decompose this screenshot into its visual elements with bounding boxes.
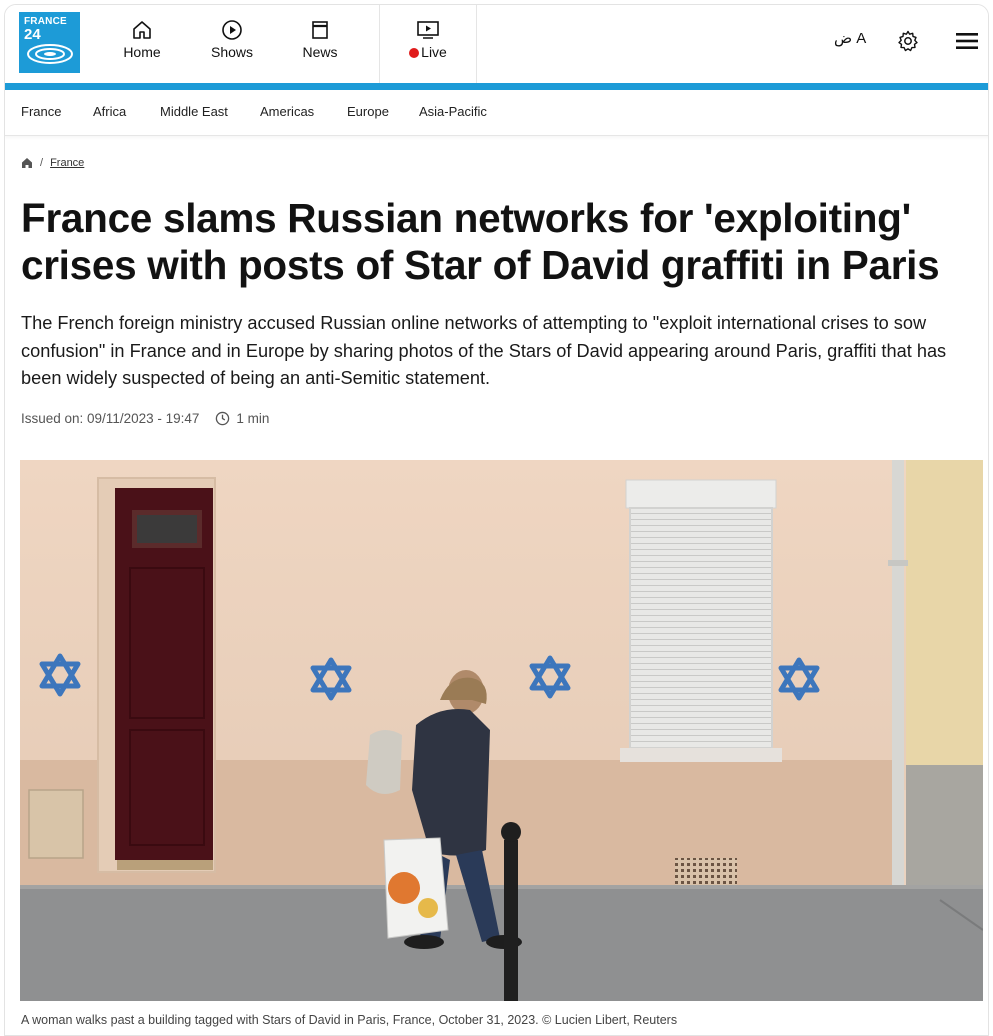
section-link-europe[interactable]: Europe bbox=[347, 104, 389, 119]
nav-shows-label: Shows bbox=[210, 44, 254, 60]
top-header: FRANCE 24 Home Shows News Live ض A bbox=[5, 5, 988, 83]
brand-accent-bar bbox=[5, 83, 988, 90]
article-lead: The French foreign ministry accused Russ… bbox=[21, 313, 947, 388]
article-meta: Issued on: 09/11/2023 - 19:47 1 min bbox=[21, 411, 269, 426]
breadcrumb: / France bbox=[21, 157, 84, 169]
tv-play-icon bbox=[417, 21, 439, 39]
language-icon: ض A bbox=[834, 30, 867, 47]
read-time: 1 min bbox=[236, 411, 270, 426]
home-small-icon[interactable] bbox=[21, 157, 33, 169]
nav-live-label: Live bbox=[421, 44, 447, 60]
section-link-middle-east[interactable]: Middle East bbox=[160, 104, 228, 119]
menu-button[interactable] bbox=[955, 29, 979, 58]
section-nav: France Africa Middle East Americas Europ… bbox=[5, 90, 988, 136]
hamburger-menu-icon bbox=[956, 33, 978, 49]
live-indicator-dot bbox=[409, 48, 420, 58]
gear-icon bbox=[898, 30, 918, 52]
france24-logo[interactable]: FRANCE 24 bbox=[19, 12, 80, 73]
breadcrumb-separator: / bbox=[40, 157, 44, 169]
section-link-france[interactable]: France bbox=[21, 104, 61, 119]
language-switch[interactable]: ض A bbox=[834, 29, 866, 47]
photo-caption: A woman walks past a building tagged wit… bbox=[21, 1013, 678, 1027]
nav-news[interactable]: News bbox=[295, 19, 345, 60]
page-frame: FRANCE 24 Home Shows News Live ض A Franc… bbox=[4, 4, 989, 1036]
news-icon bbox=[312, 21, 328, 39]
section-link-africa[interactable]: Africa bbox=[93, 104, 126, 119]
article-photo bbox=[20, 460, 983, 1001]
photo-illustration bbox=[20, 460, 983, 1001]
nav-shows[interactable]: Shows bbox=[207, 19, 257, 60]
section-link-americas[interactable]: Americas bbox=[260, 104, 314, 119]
article-title: France slams Russian networks for 'explo… bbox=[21, 195, 940, 288]
home-icon bbox=[133, 21, 151, 39]
nav-live[interactable]: Live bbox=[403, 19, 453, 60]
header-divider bbox=[476, 5, 477, 83]
settings-button[interactable] bbox=[896, 29, 920, 58]
play-circle-icon bbox=[222, 20, 242, 40]
logo-swirl-icon bbox=[27, 44, 73, 64]
nav-home[interactable]: Home bbox=[117, 19, 167, 60]
issued-date: Issued on: 09/11/2023 - 19:47 bbox=[21, 411, 200, 426]
breadcrumb-link-france[interactable]: France bbox=[50, 157, 84, 169]
clock-icon bbox=[216, 411, 230, 426]
nav-news-label: News bbox=[302, 44, 338, 60]
section-link-asia-pacific[interactable]: Asia-Pacific bbox=[419, 104, 487, 119]
nav-home-label: Home bbox=[123, 44, 161, 60]
header-divider bbox=[379, 5, 380, 83]
